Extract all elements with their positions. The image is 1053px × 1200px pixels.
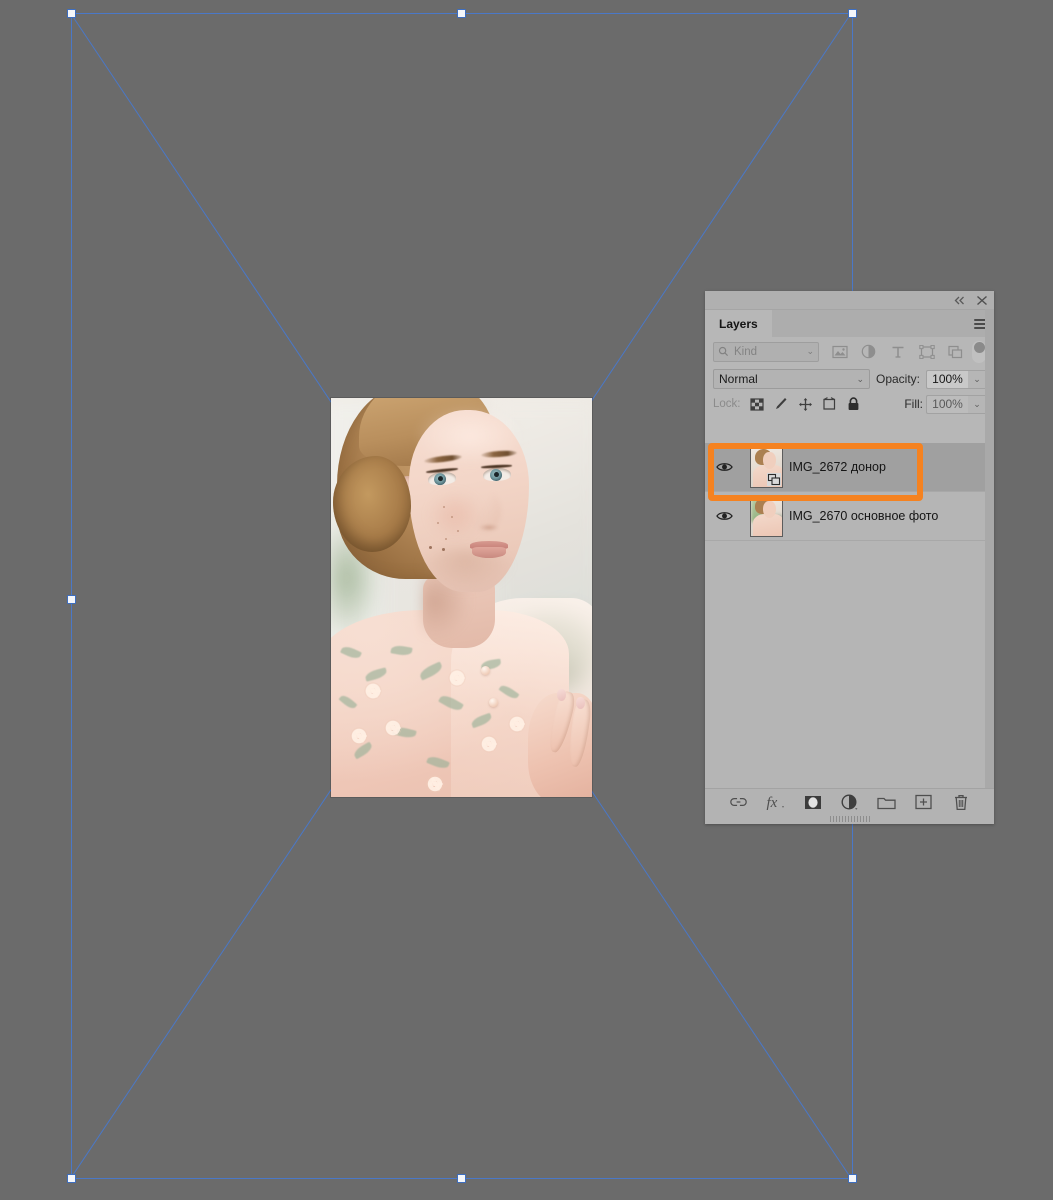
layer-name[interactable]: IMG_2672 донор — [789, 460, 894, 474]
new-layer-icon[interactable] — [914, 792, 934, 812]
dress-flower — [509, 716, 525, 732]
photo-freckle — [451, 516, 453, 518]
panel-titlebar — [705, 291, 994, 310]
filter-smart-object-icon[interactable] — [941, 340, 970, 364]
handle-top-right[interactable] — [848, 9, 857, 18]
layer-name[interactable]: IMG_2670 основное фото — [789, 509, 946, 523]
thumbnail-face — [762, 501, 776, 518]
eye-icon — [715, 463, 733, 471]
link-layers-icon[interactable] — [729, 792, 749, 812]
filter-shape-icon[interactable] — [912, 340, 941, 364]
table-row[interactable]: IMG_2670 основное фото — [705, 492, 994, 541]
layer-thumbnail-cell[interactable] — [743, 446, 789, 488]
layers-bottom-toolbar[interactable]: fx — [705, 788, 994, 824]
photo-nail — [557, 689, 566, 701]
tab-empty-area — [772, 310, 968, 337]
thumbnail-face — [762, 452, 776, 469]
layer-thumbnail — [749, 495, 783, 537]
portrait-photo[interactable] — [331, 398, 592, 797]
dress-flower — [351, 728, 367, 744]
photo-nail — [576, 697, 585, 709]
photo-nostril — [479, 524, 499, 531]
opacity-label: Opacity: — [875, 372, 920, 386]
photo-hair-bun — [333, 456, 411, 552]
handle-top-left[interactable] — [67, 9, 76, 18]
eye-icon — [715, 512, 733, 520]
thumbnail-image — [750, 496, 782, 536]
photo-lips — [470, 541, 508, 558]
photo-lip-lower — [472, 547, 506, 558]
dress-flower — [385, 720, 401, 736]
chevron-down-icon: ⌄ — [856, 373, 864, 384]
opacity-control[interactable]: 100% ⌄ — [926, 369, 987, 389]
filter-type-icon[interactable] — [883, 340, 912, 364]
blend-opacity-row[interactable]: Normal ⌄ Opacity: 100% ⌄ — [705, 366, 994, 392]
layer-visibility-toggle[interactable] — [705, 510, 743, 522]
handle-bottom-center[interactable] — [457, 1174, 466, 1183]
photo-mole — [429, 546, 432, 549]
lock-fill-row[interactable]: Lock: Fill: 100% ⌄ — [705, 392, 994, 416]
photo-freckle — [457, 530, 459, 532]
layer-style-fx-icon[interactable]: fx — [766, 792, 786, 812]
layer-thumbnail-cell[interactable] — [743, 495, 789, 537]
dress-flower — [481, 736, 497, 752]
delete-layer-icon[interactable] — [951, 792, 971, 812]
filter-enable-toggle[interactable] — [972, 340, 986, 363]
tab-layers[interactable]: Layers — [705, 310, 772, 337]
photo-mole — [442, 548, 445, 551]
handle-bottom-left[interactable] — [67, 1174, 76, 1183]
panel-tab-bar[interactable]: Layers — [705, 310, 994, 337]
tab-layers-label: Layers — [719, 316, 758, 331]
chevron-down-icon: ⌄ — [806, 346, 814, 356]
lock-position-icon[interactable] — [795, 394, 816, 414]
search-icon — [718, 346, 729, 357]
new-adjustment-layer-icon[interactable] — [840, 792, 860, 812]
filter-pixel-icon[interactable] — [825, 340, 854, 364]
opacity-input[interactable]: 100% — [926, 369, 968, 389]
panel-right-gutter — [985, 309, 994, 824]
dress-flower — [427, 776, 443, 792]
photo-freckle — [445, 538, 447, 540]
filter-kind-select[interactable]: Kind ⌄ — [713, 341, 819, 362]
photo-freckle — [443, 506, 445, 508]
add-layer-mask-icon[interactable] — [803, 792, 823, 812]
photo-freckle — [437, 522, 439, 524]
dress-pearl — [489, 698, 498, 707]
dress-flower — [365, 683, 381, 699]
smart-object-badge-icon — [766, 473, 781, 486]
handle-bottom-right[interactable] — [848, 1174, 857, 1183]
dress-flower — [449, 670, 465, 686]
svg-text:fx: fx — [766, 795, 777, 811]
filter-kind-label: Kind — [734, 345, 758, 358]
layer-thumbnail — [749, 446, 783, 488]
fill-label: Fill: — [904, 397, 923, 411]
lock-label: Lock: — [713, 398, 741, 410]
lock-image-pixels-icon[interactable] — [771, 394, 792, 414]
blend-mode-value: Normal — [719, 372, 758, 386]
handle-middle-left[interactable] — [67, 595, 76, 604]
panel-resize-grip[interactable] — [705, 816, 994, 822]
table-row[interactable]: IMG_2672 донор — [705, 443, 994, 492]
collapse-panel-icon[interactable] — [953, 295, 966, 306]
close-panel-icon[interactable] — [976, 295, 988, 306]
dress-pearl — [481, 666, 490, 675]
new-group-icon[interactable] — [877, 792, 897, 812]
filter-adjustment-icon[interactable] — [854, 340, 883, 364]
layer-visibility-toggle[interactable] — [705, 461, 743, 473]
lock-transparent-pixels-icon[interactable] — [747, 394, 768, 414]
fill-control[interactable]: 100% ⌄ — [926, 394, 987, 414]
blend-mode-select[interactable]: Normal ⌄ — [713, 369, 870, 389]
photo-content — [331, 398, 592, 797]
layer-list[interactable]: IMG_2672 донор IMG_2670 основное фото — [705, 443, 994, 789]
layers-panel[interactable]: Layers Kind ⌄ Normal ⌄ Opacity: 100% ⌄ L… — [705, 291, 994, 824]
filter-type-icons[interactable] — [825, 340, 986, 364]
lock-artboard-nesting-icon[interactable] — [819, 394, 840, 414]
lock-all-icon[interactable] — [843, 394, 864, 414]
layer-filter-row[interactable]: Kind ⌄ — [705, 337, 994, 366]
handle-top-center[interactable] — [457, 9, 466, 18]
fill-input[interactable]: 100% — [926, 394, 968, 414]
